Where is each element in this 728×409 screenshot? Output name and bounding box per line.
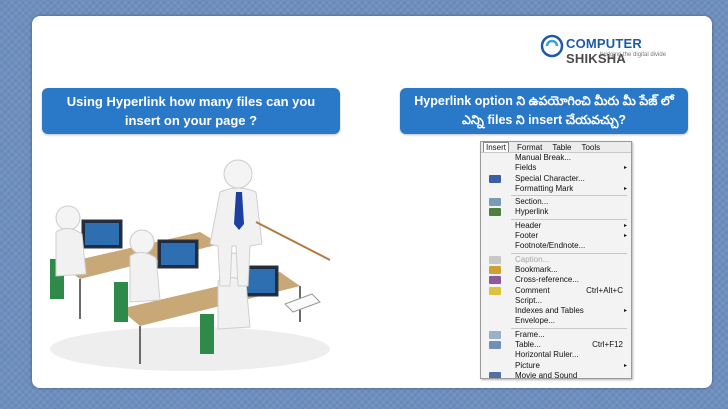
menu-item-formatting-mark[interactable]: Formatting Mark ▸ [481,184,631,194]
menu-item-bookmark[interactable]: Bookmark... [481,265,631,275]
menu-item-label: Comment [515,285,550,295]
menu-item-label: Manual Break... [515,153,572,162]
logo-name-part1: COMPUTER [566,36,642,51]
menu-item-special-character[interactable]: Special Character... [481,174,631,184]
menu-item-label: Footnote/Endnote... [515,241,586,251]
hyperlink-icon [489,208,501,217]
cross-reference-icon [489,276,501,285]
menu-item-label: Section... [515,197,549,207]
logo-tagline: bridging the digital divide [600,52,667,58]
menu-item-label: Formatting Mark [515,183,574,193]
menu-items: Manual Break... Fields ▸ Special Character.… [481,153,631,379]
insert-menu: Insert Format Table Tools Manual Break..… [480,141,632,379]
menu-insert[interactable]: Insert [483,142,510,152]
menu-item-label: Frame... [515,329,545,339]
menu-bar: Insert Format Table Tools [481,142,631,153]
menu-item-section[interactable]: Section... [481,197,631,207]
menu-item-label: Special Character... [515,173,585,183]
menu-item-label: Caption... [515,254,550,264]
menu-item-label: Footer [515,231,539,241]
section-icon [489,198,501,207]
bookmark-icon [489,265,501,274]
menu-item-caption[interactable]: Caption... [481,255,631,265]
question-telugu: Hyperlink option ని ఉపయోగించి మీరు మీ పే… [400,88,688,134]
menu-item-label: Fields [515,163,537,173]
menu-item-label: Script... [515,295,543,305]
menu-item-label: Horizontal Ruler... [515,350,579,360]
menu-item-label: Bookmark... [515,264,558,274]
menu-item-label: Envelope... [515,316,556,326]
menu-separator [511,218,627,220]
menu-format[interactable]: Format [515,142,544,152]
submenu-arrow-icon: ▸ [623,233,627,240]
frame-icon [489,330,501,339]
submenu-arrow-icon: ▸ [623,185,627,192]
menu-item-cross-reference[interactable]: Cross-reference... [481,275,631,285]
logo-mark-icon [540,34,564,58]
menu-item-label: Movie and Sound [515,370,578,379]
menu-table[interactable]: Table [550,142,573,152]
menu-separator [511,252,627,254]
menu-item-frame[interactable]: Frame... [481,330,631,340]
comment-icon [489,286,501,295]
menu-item-shortcut: Ctrl+F12 [592,340,623,350]
classroom-illustration [50,159,331,371]
logo-text: COMPUTER SHIKSHA [566,36,690,66]
menu-item-label: Picture [515,360,540,370]
menu-item-label: Header [515,220,542,230]
submenu-arrow-icon: ▸ [623,362,627,369]
submenu-arrow-icon: ▸ [623,222,627,229]
menu-item-fields[interactable]: Fields ▸ [481,163,631,173]
menu-item-label: Table... [515,340,541,350]
menu-item-footer[interactable]: Footer ▸ [481,231,631,241]
menu-item-header[interactable]: Header ▸ [481,221,631,231]
menu-item-label: Hyperlink [515,207,549,217]
menu-separator [511,195,627,197]
question-english: Using Hyperlink how many files can you i… [42,88,340,134]
submenu-arrow-icon: ▸ [623,308,627,315]
menu-item-manual-break[interactable]: Manual Break... [481,153,631,163]
menu-item-table[interactable]: Table... Ctrl+F12 [481,340,631,350]
computer-shiksha-logo: COMPUTER SHIKSHA bridging the digital di… [540,32,690,66]
menu-item-envelope[interactable]: Envelope... [481,316,631,326]
menu-item-indexes-and-tables[interactable]: Indexes and Tables ▸ [481,306,631,316]
submenu-arrow-icon: ▸ [623,165,627,172]
menu-item-shortcut: Ctrl+Alt+C [586,285,623,295]
menu-item-comment[interactable]: Comment Ctrl+Alt+C [481,286,631,296]
menu-item-movie-and-sound[interactable]: Movie and Sound [481,370,631,379]
menu-item-footnote-endnote[interactable]: Footnote/Endnote... [481,241,631,251]
menu-item-picture[interactable]: Picture ▸ [481,361,631,371]
caption-icon [489,255,501,264]
menu-item-script[interactable]: Script... [481,296,631,306]
menu-separator [511,327,627,329]
table-icon [489,341,501,350]
slide: COMPUTER SHIKSHA bridging the digital di… [32,16,712,388]
menu-item-hyperlink[interactable]: Hyperlink [481,207,631,217]
menu-tools[interactable]: Tools [579,142,602,152]
omega-icon [489,174,501,183]
menu-item-label: Indexes and Tables [515,306,584,316]
menu-item-label: Cross-reference... [515,275,580,285]
movie-icon [489,371,501,378]
menu-item-horizontal-ruler[interactable]: Horizontal Ruler... [481,350,631,360]
